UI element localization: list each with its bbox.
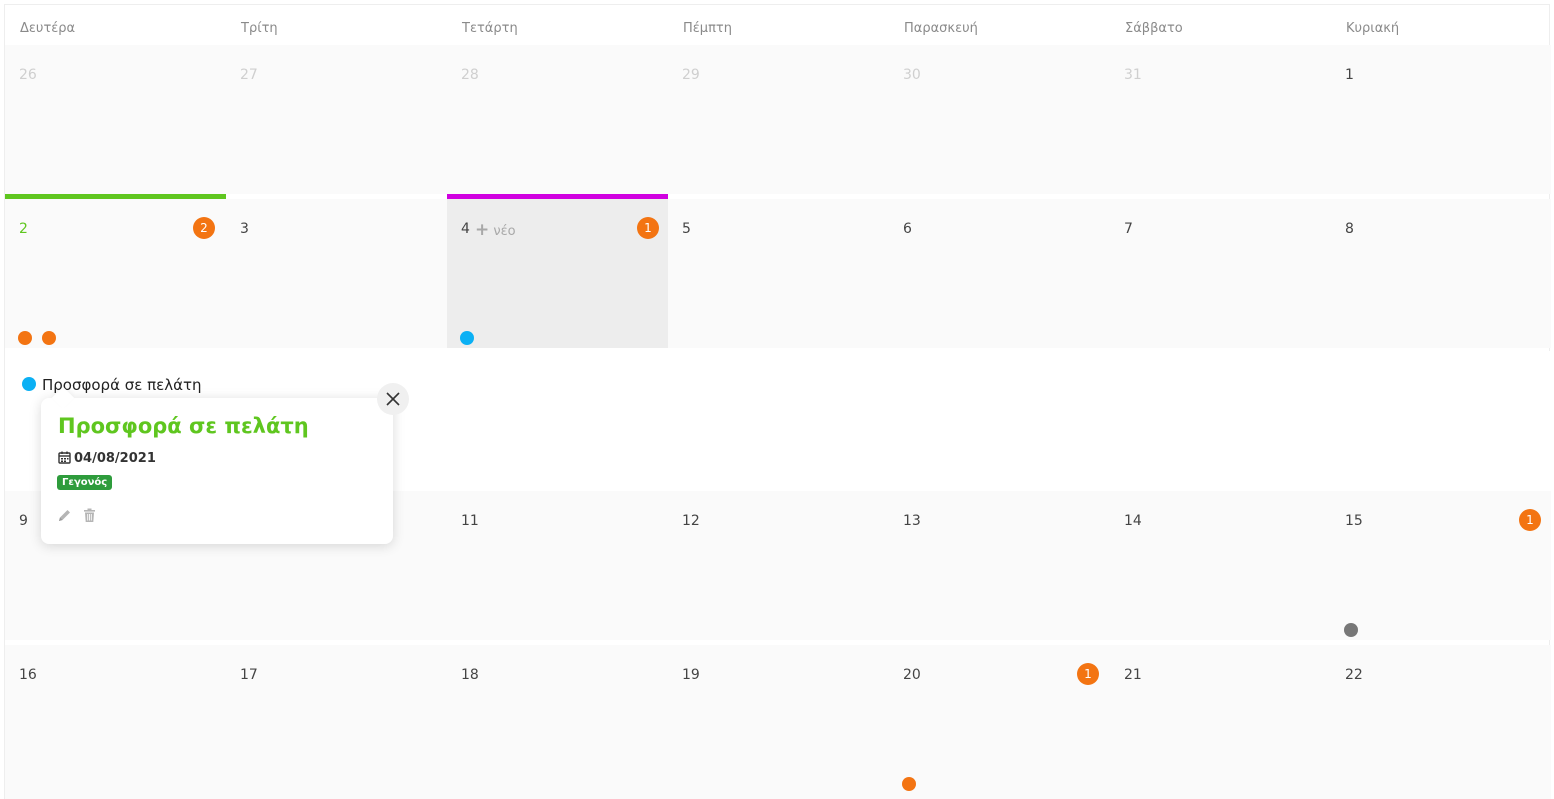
trash-icon[interactable] [83, 508, 96, 527]
day-cell[interactable]: 20 1 [889, 645, 1110, 799]
plus-icon: + [475, 220, 490, 240]
day-number: 4 [461, 221, 470, 237]
day-cell[interactable]: 28 [447, 45, 668, 194]
event-count-badge[interactable]: 1 [1519, 509, 1541, 531]
day-cell-selected[interactable]: 4 + νέο 1 [447, 194, 668, 348]
event-details-popup: Προσφορά σε πελάτη 04/08/2021 Γεγονός [41, 386, 393, 544]
week-row: 2 2 3 4 + νέο 1 5 6 7 8 [5, 194, 1551, 348]
day-cell[interactable]: 13 [889, 491, 1110, 640]
day-cell[interactable]: 11 [447, 491, 668, 640]
day-number: 26 [19, 67, 37, 83]
day-cell[interactable]: 1 [1331, 45, 1551, 194]
event-count-badge[interactable]: 2 [193, 217, 215, 239]
new-event-link[interactable]: + νέο [475, 220, 516, 240]
day-cell[interactable]: 26 [5, 45, 226, 194]
weekday-saturday: Σάββατο [1125, 21, 1183, 36]
event-count-badge[interactable]: 1 [637, 217, 659, 239]
day-number: 6 [903, 221, 912, 237]
event-title: Προσφορά σε πελάτη [58, 414, 309, 438]
day-number: 29 [682, 67, 700, 83]
event-dot[interactable] [460, 331, 474, 345]
day-cell[interactable]: 14 [1110, 491, 1331, 640]
day-cell[interactable]: 3 [226, 199, 447, 348]
day-number: 27 [240, 67, 258, 83]
event-dot[interactable] [18, 331, 32, 345]
day-number: 9 [19, 513, 28, 529]
event-dot[interactable] [1344, 623, 1358, 637]
day-number: 13 [903, 513, 921, 529]
day-number: 8 [1345, 221, 1354, 237]
close-icon [386, 392, 400, 406]
selected-indicator-bar [447, 194, 668, 199]
weekday-sunday: Κυριακή [1346, 21, 1400, 36]
day-number: 15 [1345, 513, 1363, 529]
day-cell[interactable]: 7 [1110, 199, 1331, 348]
calendar-icon [58, 451, 71, 464]
weekday-header: Δευτέρα Τρίτη Τετάρτη Πέμπτη Παρασκευή Σ… [5, 5, 1551, 45]
event-dot[interactable] [42, 331, 56, 345]
weekday-monday: Δευτέρα [20, 21, 76, 36]
today-indicator-bar [5, 194, 226, 199]
day-cell[interactable]: 8 [1331, 199, 1551, 348]
day-number: 22 [1345, 667, 1363, 683]
day-cell[interactable]: 17 [226, 645, 447, 799]
event-count-badge[interactable]: 1 [1077, 663, 1099, 685]
event-date: 04/08/2021 [58, 451, 156, 466]
day-cell-today[interactable]: 2 2 [5, 194, 226, 348]
day-number: 2 [19, 221, 28, 237]
day-number: 1 [1345, 67, 1354, 83]
day-number: 16 [19, 667, 37, 683]
day-cell[interactable]: 16 [5, 645, 226, 799]
event-list-item[interactable]: Προσφορά σε πελάτη [22, 376, 202, 394]
day-cell[interactable]: 6 [889, 199, 1110, 348]
event-type-tag: Γεγονός [57, 475, 113, 490]
day-cell[interactable]: 22 [1331, 645, 1551, 799]
weekday-thursday: Πέμπτη [683, 21, 732, 36]
day-cell[interactable]: 19 [668, 645, 889, 799]
day-cell[interactable]: 27 [226, 45, 447, 194]
day-number: 3 [240, 221, 249, 237]
weekday-friday: Παρασκευή [904, 21, 978, 36]
day-cell[interactable]: 31 [1110, 45, 1331, 194]
day-number: 5 [682, 221, 691, 237]
event-date-text: 04/08/2021 [74, 451, 156, 466]
day-cell[interactable]: 29 [668, 45, 889, 194]
day-number: 17 [240, 667, 258, 683]
day-cell[interactable]: 5 [668, 199, 889, 348]
day-number: 21 [1124, 667, 1142, 683]
day-cell[interactable]: 15 1 [1331, 491, 1551, 640]
day-cell[interactable]: 12 [668, 491, 889, 640]
event-color-dot [22, 377, 36, 391]
day-number: 11 [461, 513, 479, 529]
day-number: 18 [461, 667, 479, 683]
day-number: 28 [461, 67, 479, 83]
day-number: 20 [903, 667, 921, 683]
day-number: 19 [682, 667, 700, 683]
day-number: 7 [1124, 221, 1133, 237]
pencil-icon[interactable] [57, 508, 72, 527]
day-cell[interactable]: 21 [1110, 645, 1331, 799]
event-dot[interactable] [902, 777, 916, 791]
event-actions [57, 508, 102, 527]
week-row: 26 27 28 29 30 31 1 [5, 45, 1551, 194]
day-number: 31 [1124, 67, 1142, 83]
day-number: 30 [903, 67, 921, 83]
close-popup-button[interactable] [377, 383, 409, 415]
day-number: 12 [682, 513, 700, 529]
day-number: 14 [1124, 513, 1142, 529]
day-cell[interactable]: 18 [447, 645, 668, 799]
week-row: 16 17 18 19 20 1 21 22 [5, 645, 1551, 799]
new-event-label: νέο [493, 224, 516, 239]
weekday-wednesday: Τετάρτη [462, 21, 518, 36]
day-cell[interactable]: 30 [889, 45, 1110, 194]
weekday-tuesday: Τρίτη [241, 21, 278, 36]
